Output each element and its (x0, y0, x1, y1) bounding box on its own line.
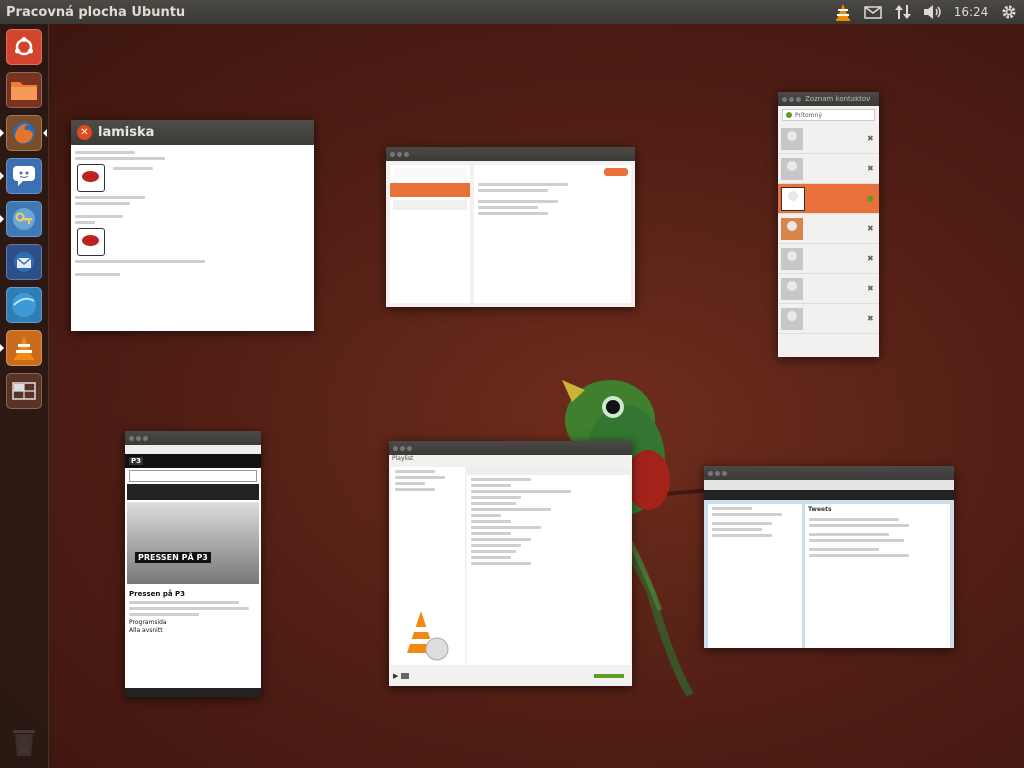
key-manager-icon[interactable] (6, 201, 42, 237)
close-icon[interactable]: ✖ (867, 284, 879, 293)
gear-icon[interactable] (994, 0, 1024, 24)
audio-player[interactable] (127, 484, 259, 500)
status-selector[interactable]: Prítomný (782, 109, 875, 121)
chat-window-lamiska[interactable]: ✕ lamiska (71, 120, 314, 331)
contact-list-window[interactable]: Zoznam kontaktov Prítomný ✖ ✖ ● ✖ ✖ ✖ ✖ (778, 92, 879, 357)
close-icon[interactable]: ✕ (77, 125, 92, 140)
ubuntu-dash-icon[interactable] (6, 29, 42, 65)
window-titlebar[interactable] (386, 147, 635, 161)
close-icon[interactable]: ✖ (867, 254, 879, 263)
station-badge: P3 (129, 457, 144, 465)
vlc-playlist-window[interactable]: Playlist ▶ (389, 441, 632, 686)
tweets-heading: Tweets (808, 506, 832, 513)
firefox-icon[interactable] (6, 115, 42, 151)
avatar (77, 228, 105, 256)
thunderbird-icon[interactable] (6, 244, 42, 280)
network-icon[interactable] (888, 0, 918, 24)
stop-button[interactable] (401, 673, 410, 679)
browser-icon[interactable] (6, 287, 42, 323)
volume-icon[interactable] (918, 0, 948, 24)
program-banner: PRESSEN PÅ P3 (127, 502, 259, 584)
contact-item[interactable]: ✖ (778, 304, 879, 334)
clock[interactable]: 16:24 (948, 5, 994, 19)
channel-select[interactable] (129, 470, 257, 482)
status-available-icon (786, 112, 792, 118)
alla-avsnitt-link[interactable]: Alla avsnitt (129, 627, 257, 634)
files-icon[interactable] (6, 72, 42, 108)
contact-item[interactable]: ✖ (778, 244, 879, 274)
close-icon[interactable]: ✖ (867, 314, 879, 323)
programsida-link[interactable]: Programsida (129, 619, 257, 626)
window-titlebar[interactable]: ✕ lamiska (71, 120, 314, 145)
contact-item[interactable]: ✖ (778, 214, 879, 244)
account-item-selected[interactable] (390, 183, 470, 197)
vlc-icon[interactable] (6, 330, 42, 366)
play-button[interactable]: ▶ (393, 672, 398, 680)
playlist[interactable] (467, 467, 630, 665)
window-titlebar[interactable] (704, 466, 954, 480)
vlc-menu[interactable]: Playlist (389, 455, 632, 465)
close-icon[interactable]: ✖ (867, 224, 879, 233)
close-icon[interactable]: ✖ (867, 164, 879, 173)
contact-item[interactable]: ✖ (778, 154, 879, 184)
program-title: Pressen på P3 (129, 590, 186, 598)
window-titlebar[interactable] (125, 431, 261, 445)
contact-item[interactable]: ✖ (778, 124, 879, 154)
launcher (0, 24, 49, 768)
radio-browser-window[interactable]: P3 PRESSEN PÅ P3 Pressen på P3 Programsi… (125, 431, 261, 697)
window-title: lamiska (98, 125, 155, 140)
window-title: Zoznam kontaktov (805, 95, 871, 103)
contact-item-selected[interactable]: ● (778, 184, 879, 214)
vlc-cone-icon (407, 611, 449, 661)
mail-icon[interactable] (858, 0, 888, 24)
window-titlebar[interactable] (389, 441, 632, 455)
volume-slider[interactable] (594, 674, 624, 678)
avatar (77, 164, 105, 192)
online-accounts-window[interactable] (386, 147, 635, 307)
top-panel: Pracovná plocha Ubuntu 16:24 (0, 0, 1024, 24)
window-titlebar[interactable]: Zoznam kontaktov (778, 92, 879, 106)
toggle-switch[interactable] (604, 168, 628, 176)
vlc-icon[interactable] (828, 0, 858, 24)
close-icon[interactable]: ✖ (867, 134, 879, 143)
twitter-browser-window[interactable]: Tweets (704, 466, 954, 648)
workspace-switcher-icon[interactable] (6, 373, 42, 409)
empathy-icon[interactable] (6, 158, 42, 194)
panel-title: Pracovná plocha Ubuntu (6, 4, 186, 20)
contact-item[interactable]: ✖ (778, 274, 879, 304)
